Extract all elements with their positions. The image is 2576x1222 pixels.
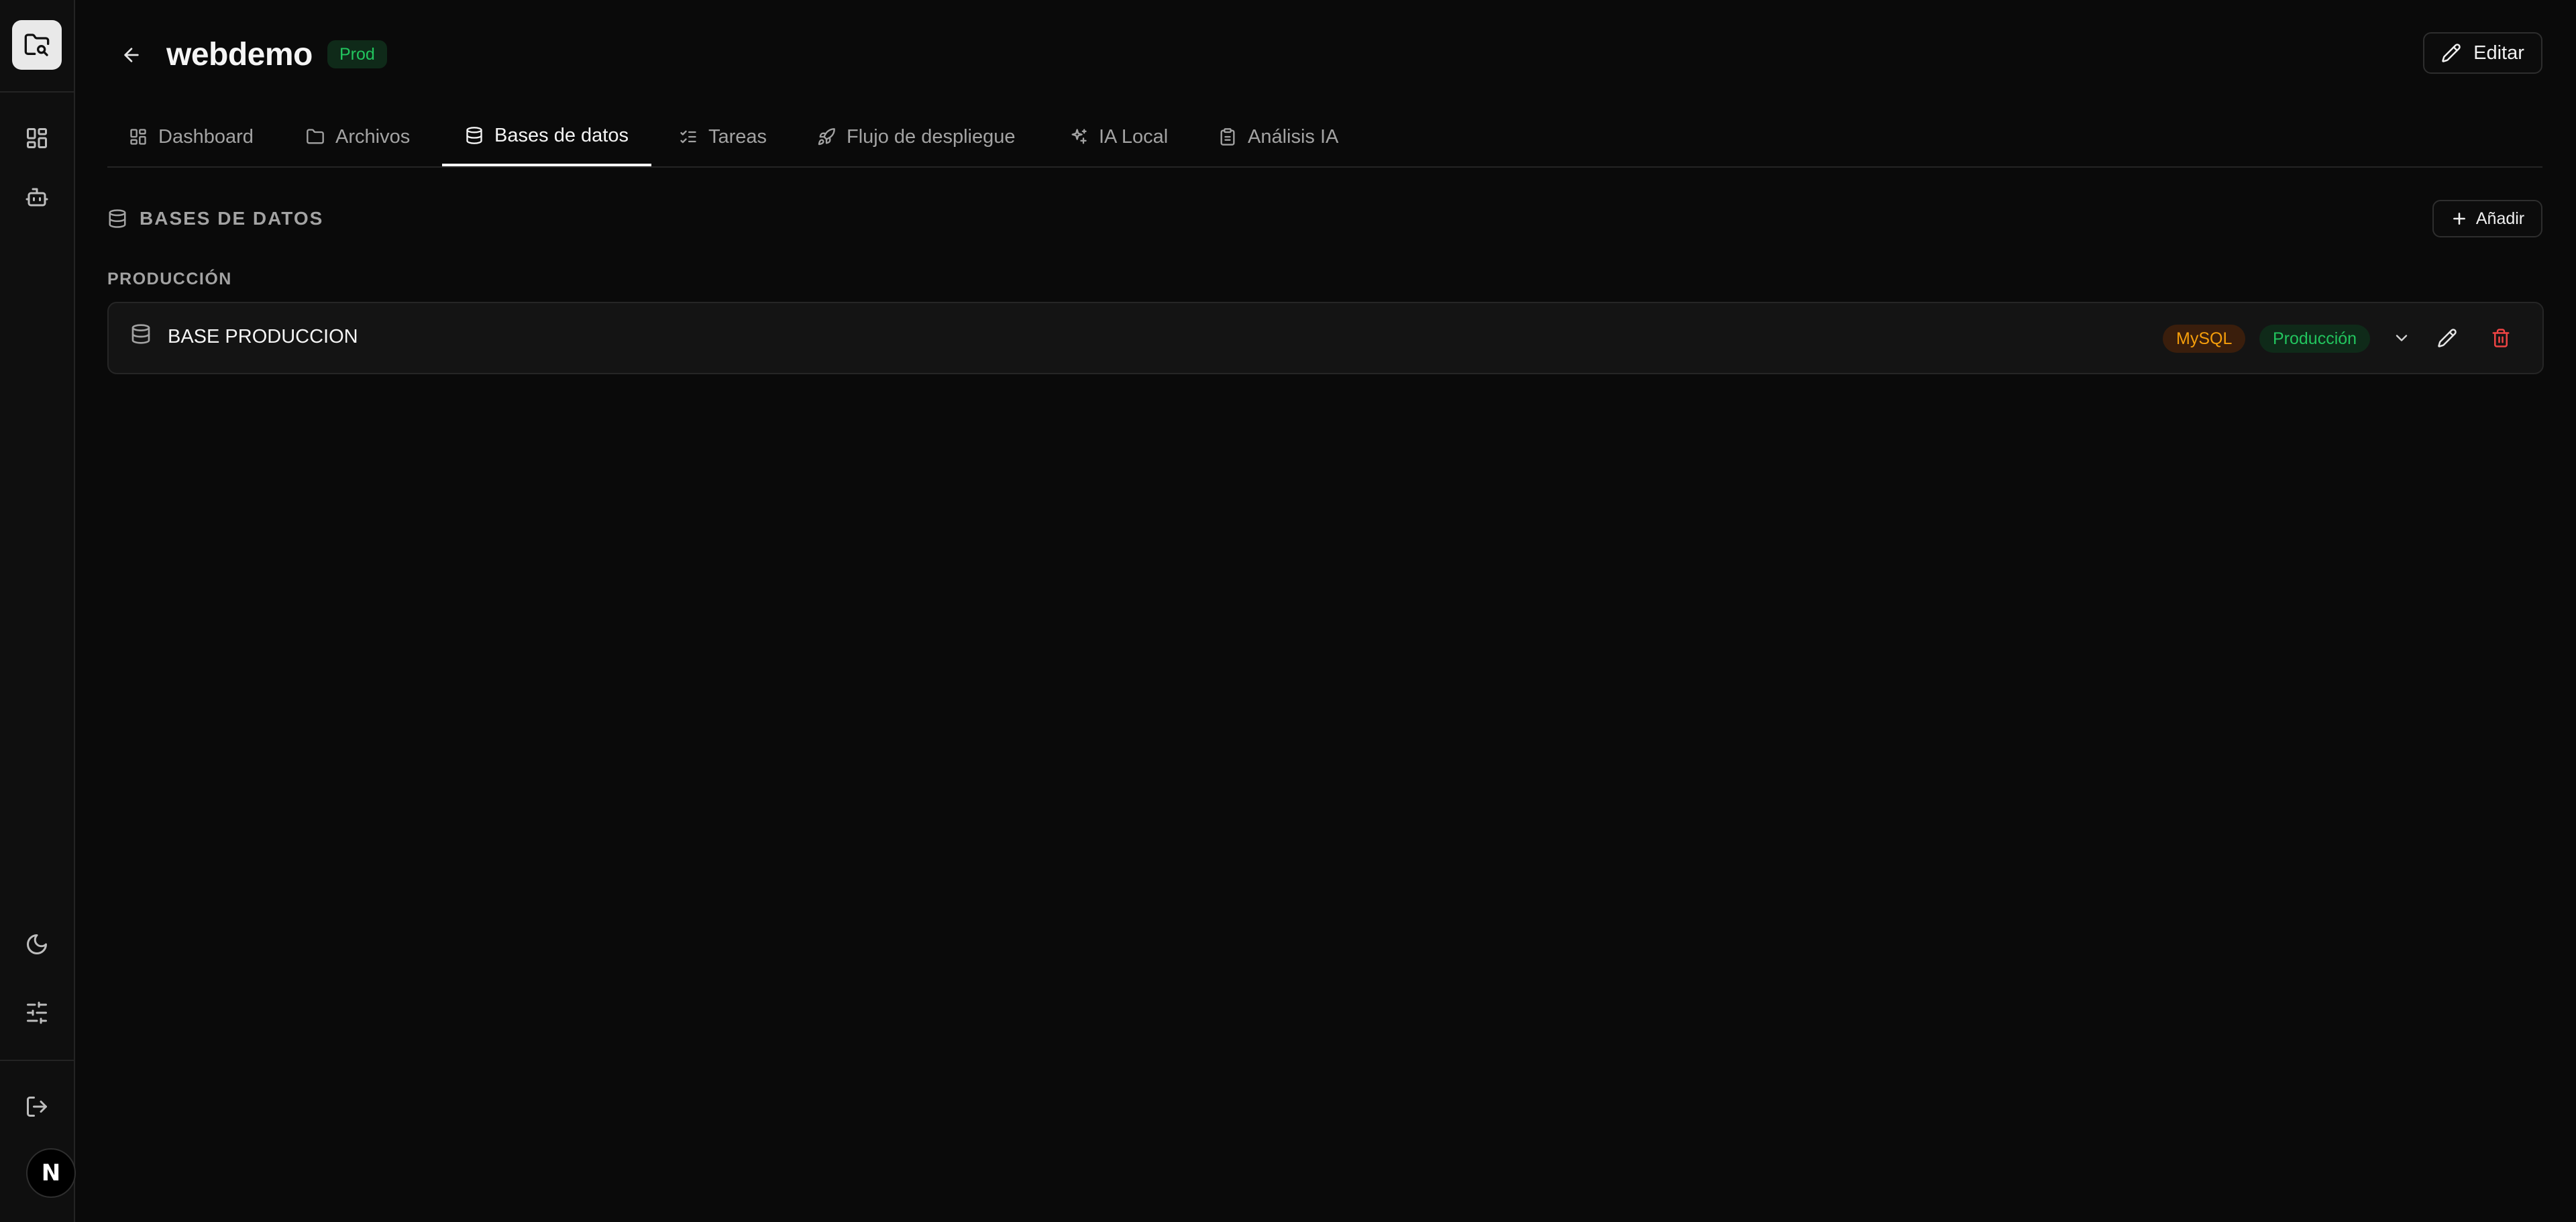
environment-badge: Producción [2259,325,2371,353]
group-label: PRODUCCIÓN [107,270,232,288]
tab-label: IA Local [1099,125,1169,148]
pencil-icon[interactable] [2431,322,2463,354]
sliders-icon[interactable] [21,997,53,1029]
add-button-label: Añadir [2475,209,2525,228]
add-database-button[interactable]: Añadir [2432,200,2542,237]
rocket-icon [817,127,836,146]
list-checks-icon [679,127,698,146]
sidebar: N [0,0,76,1222]
sidebar-divider [0,91,74,93]
page-header: webdemo Prod Editar [107,27,2542,83]
avatar-letter: N [41,1160,61,1186]
database-icon [107,209,127,229]
tab-label: Flujo de despliegue [847,125,1016,148]
sidebar-divider [0,1060,74,1061]
tab-bar: Dashboard Archivos Bases de datos Tareas… [107,107,2542,168]
tab-bases-de-datos[interactable]: Bases de datos [442,107,651,166]
clipboard-icon [1218,127,1237,146]
tab-label: Tareas [708,125,767,148]
page-title: webdemo [166,37,313,72]
tab-label: Bases de datos [494,124,629,146]
moon-icon[interactable] [21,928,53,960]
chevron-down-icon[interactable] [2385,322,2418,354]
tab-label: Archivos [335,125,411,148]
layout-grid-icon[interactable] [21,122,53,154]
edit-button-label: Editar [2473,42,2524,64]
tab-flujo-de-despliegue[interactable]: Flujo de despliegue [817,107,1016,166]
tab-ia-local[interactable]: IA Local [1069,107,1168,166]
tab-dashboard[interactable]: Dashboard [129,107,254,166]
log-out-icon[interactable] [21,1091,53,1123]
plus-icon [2451,210,2468,227]
engine-badge: MySQL [2163,325,2246,353]
layout-grid-icon [129,127,148,146]
folder-code-icon[interactable] [12,20,62,70]
trash-icon[interactable] [2485,322,2517,354]
environment-badge: Prod [327,40,387,68]
folder-icon [306,127,325,146]
main-content: webdemo Prod Editar Dashboard Archivos B… [107,0,2544,1222]
pencil-icon [2441,43,2461,63]
tab-label: Dashboard [158,125,254,148]
tab-tareas[interactable]: Tareas [679,107,767,166]
bot-icon[interactable] [21,181,53,213]
tab-archivos[interactable]: Archivos [306,107,410,166]
tab-analisis-ia[interactable]: Análisis IA [1218,107,1338,166]
edit-button[interactable]: Editar [2423,32,2542,74]
section-header: BASES DE DATOS [107,203,323,235]
database-row[interactable]: BASE PRODUCCION MySQL Producción [107,302,2544,374]
section-title: BASES DE DATOS [140,208,324,229]
database-icon [130,323,152,345]
database-name: BASE PRODUCCION [168,326,358,347]
sparkles-icon [1069,127,1088,146]
database-icon [465,126,484,145]
avatar[interactable]: N [26,1148,76,1198]
arrow-left-icon[interactable] [114,38,149,72]
tab-label: Análisis IA [1248,125,1339,148]
